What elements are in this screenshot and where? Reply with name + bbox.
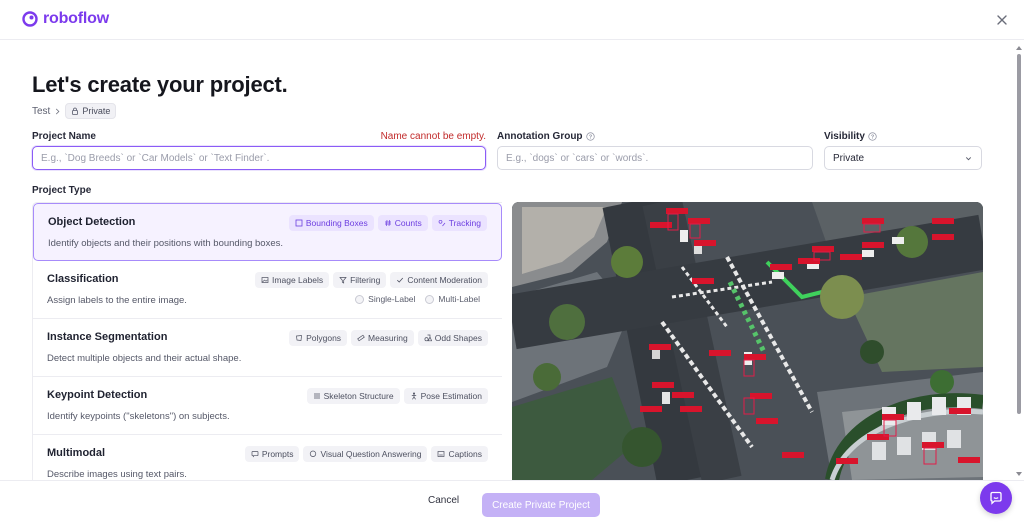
- scrollbar[interactable]: [1014, 44, 1022, 480]
- tag: Counts: [377, 215, 428, 231]
- logo-text: roboflow: [43, 10, 109, 27]
- project-type-description: Identify objects and their positions wit…: [48, 238, 284, 249]
- project-type-tags: Bounding Boxes Counts Tracking: [288, 215, 487, 231]
- project-type-title: Object Detection: [48, 216, 136, 228]
- annotation-group-label: Annotation Group ?: [497, 131, 595, 142]
- radio-dot: [425, 294, 435, 304]
- single-label-radio[interactable]: Single-Label: [355, 294, 415, 304]
- chat-bubble-icon: [990, 491, 1002, 505]
- breadcrumb-workspace[interactable]: Test: [32, 106, 50, 117]
- visibility-label: Visibility ?: [824, 131, 877, 142]
- roboflow-logo-icon: [22, 11, 38, 27]
- visibility-select[interactable]: Private: [824, 146, 982, 170]
- scroll-down-arrow-icon[interactable]: [1016, 472, 1022, 476]
- tag: Prompts: [244, 446, 300, 462]
- project-type-tags: Prompts Visual Question Answering Captio…: [244, 446, 488, 462]
- tag: Filtering: [333, 272, 387, 288]
- tag: Captions: [431, 446, 488, 462]
- project-type-description: Detect multiple objects and their actual…: [47, 353, 242, 364]
- polygon-icon: [296, 335, 302, 341]
- project-type-title: Keypoint Detection: [47, 389, 148, 401]
- project-type-instance-segmentation[interactable]: Instance Segmentation Detect multiple ob…: [33, 319, 502, 377]
- project-type-tags: Skeleton Structure Pose Estimation: [306, 388, 488, 404]
- lock-icon: [72, 107, 79, 115]
- project-type-title: Classification: [47, 273, 119, 285]
- project-type-object-detection[interactable]: Object Detection Identify objects and th…: [33, 203, 502, 261]
- project-type-description: Describe images using text pairs.: [47, 469, 187, 480]
- page-title: Let's create your project.: [32, 72, 288, 97]
- cancel-button[interactable]: Cancel: [428, 495, 459, 506]
- hash-icon: [384, 219, 391, 227]
- check-icon: [397, 277, 404, 283]
- help-circle-icon[interactable]: ?: [585, 132, 595, 141]
- create-project-button[interactable]: Create Private Project: [482, 493, 600, 517]
- tag: Measuring: [351, 330, 414, 346]
- radio-dot: [355, 294, 365, 304]
- project-type-multimodal[interactable]: Multimodal Describe images using text pa…: [33, 435, 502, 480]
- project-type-tags: Image Labels Filtering Content Moderatio…: [255, 272, 488, 288]
- ruler-icon: [357, 334, 365, 342]
- skeleton-icon: [313, 393, 320, 399]
- close-icon[interactable]: [994, 12, 1010, 28]
- project-type-classification[interactable]: Classification Assign labels to the enti…: [33, 261, 502, 319]
- tag: Tracking: [431, 215, 487, 231]
- footer: Cancel Create Private Project: [0, 480, 1024, 525]
- visibility-badge-label: Private: [82, 106, 111, 116]
- annotation-group-input[interactable]: E.g., `dogs` or `cars` or `words`.: [497, 146, 813, 170]
- project-type-tags: Polygons Measuring Odd Shapes: [289, 330, 488, 346]
- image-icon: [261, 277, 269, 283]
- visibility-badge: Private: [65, 103, 117, 119]
- svg-text:?: ?: [871, 134, 874, 140]
- classification-mode-options: Single-Label Multi-Label: [355, 294, 480, 304]
- tag: Image Labels: [255, 272, 330, 288]
- scroll-up-arrow-icon[interactable]: [1016, 46, 1022, 50]
- chevron-right-icon: [56, 108, 60, 114]
- top-bar: roboflow: [0, 0, 1024, 40]
- help-circle-icon[interactable]: ?: [868, 132, 877, 141]
- tag: Pose Estimation: [403, 388, 488, 404]
- breadcrumb: Test Private: [32, 103, 117, 119]
- svg-text:?: ?: [588, 134, 591, 140]
- project-name-input[interactable]: E.g., `Dog Breeds` or `Car Models` or `T…: [32, 146, 486, 170]
- project-name-label: Project Name: [32, 131, 96, 142]
- tag: Skeleton Structure: [306, 388, 400, 404]
- tracking-icon: [438, 219, 445, 227]
- chat-launcher-button[interactable]: [980, 482, 1012, 514]
- project-type-list: Object Detection Identify objects and th…: [32, 202, 502, 480]
- aerial-intersection-image: [512, 202, 983, 480]
- project-type-preview-image: [512, 202, 983, 480]
- project-type-description: Assign labels to the entire image.: [47, 295, 187, 306]
- chat-icon: [310, 450, 317, 457]
- tag: Content Moderation: [390, 272, 488, 288]
- project-type-title: Multimodal: [47, 447, 106, 459]
- tag: Odd Shapes: [417, 330, 488, 346]
- visibility-selected-value: Private: [833, 152, 865, 164]
- tag: Bounding Boxes: [288, 215, 374, 231]
- caption-icon: [438, 451, 445, 457]
- project-type-keypoint-detection[interactable]: Keypoint Detection Identify keypoints ("…: [33, 377, 502, 435]
- multi-label-radio[interactable]: Multi-Label: [425, 294, 480, 304]
- tag: Polygons: [289, 330, 348, 346]
- chevron-down-icon: [965, 156, 972, 160]
- tag: Visual Question Answering: [303, 446, 428, 462]
- bounding-box-icon: [295, 219, 303, 227]
- project-type-label: Project Type: [32, 185, 92, 196]
- project-type-title: Instance Segmentation: [47, 331, 168, 343]
- shapes-icon: [424, 334, 432, 342]
- logo[interactable]: roboflow: [22, 10, 109, 28]
- filter-icon: [339, 277, 347, 284]
- scroll-thumb[interactable]: [1017, 54, 1021, 414]
- pose-icon: [411, 392, 416, 400]
- project-type-description: Identify keypoints ("skeletons") on subj…: [47, 411, 230, 422]
- project-name-error: Name cannot be empty.: [380, 131, 486, 142]
- prompt-icon: [251, 451, 259, 458]
